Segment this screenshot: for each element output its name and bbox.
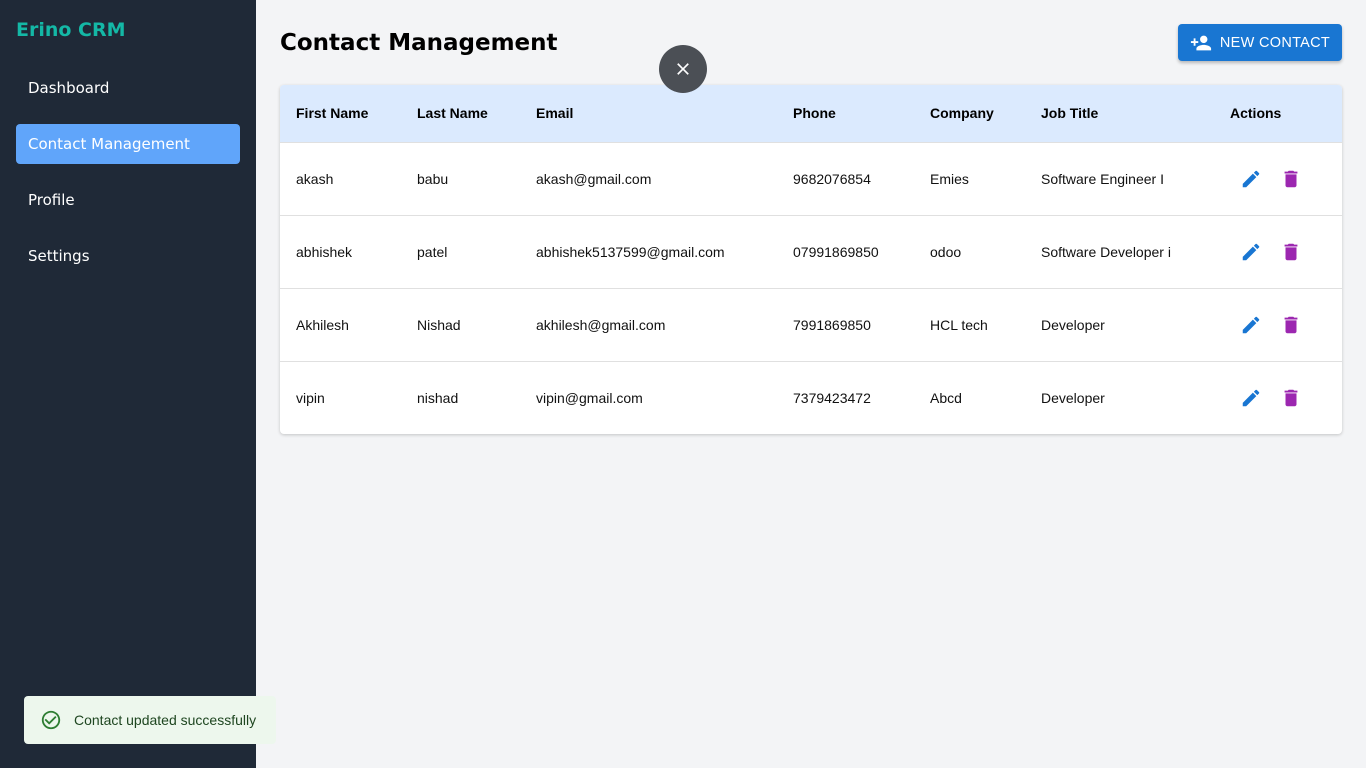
trash-icon[interactable] (1280, 241, 1302, 263)
cell-email: abhishek5137599@gmail.com (536, 243, 725, 260)
cell-phone: 07991869850 (793, 243, 879, 260)
cell-company: odoo (930, 243, 962, 260)
column-header-first-name[interactable]: First Name (280, 85, 401, 142)
cell-email: vipin@gmail.com (536, 389, 643, 406)
close-icon (673, 59, 693, 79)
cell-first-name: akash (296, 170, 334, 187)
column-header-email[interactable]: Email (520, 85, 777, 142)
cell-phone: 7991869850 (793, 316, 871, 333)
pencil-icon[interactable] (1240, 387, 1262, 409)
cell-last-name: babu (417, 170, 449, 187)
cell-last-name: Nishad (417, 316, 461, 333)
cell-phone: 7379423472 (793, 389, 871, 406)
cell-actions (1214, 142, 1342, 215)
column-header-actions: Actions (1230, 105, 1282, 122)
column-header-phone[interactable]: Phone (777, 85, 914, 142)
cell-job-title: Software Developer i (1041, 243, 1171, 260)
table-header-row: First Name Last Name Email Phone Company… (280, 85, 1342, 142)
cell-company: Abcd (930, 389, 962, 406)
cell-company: HCL tech (930, 316, 988, 333)
column-header-job-title[interactable]: Job Title (1025, 85, 1214, 142)
new-contact-label: NEW CONTACT (1219, 34, 1331, 51)
column-header-last-name[interactable]: Last Name (401, 85, 520, 142)
cell-last-name: patel (417, 243, 448, 260)
person-add-icon (1190, 32, 1212, 54)
table-row: Akhilesh Nishad akhilesh@gmail.com 79918… (280, 288, 1342, 361)
toast-message: Contact updated successfully (74, 712, 257, 728)
sidebar-item-contact-management[interactable]: Contact Management (16, 124, 240, 164)
contacts-table: First Name Last Name Email Phone Company… (280, 85, 1342, 434)
cell-job-title: Developer (1041, 389, 1105, 406)
brand-logo-text: Erino CRM (16, 19, 126, 41)
success-toast: Contact updated successfully (24, 696, 276, 744)
cell-job-title: Developer (1041, 316, 1105, 333)
column-header-company[interactable]: Company (914, 85, 1025, 142)
table-row: vipin nishad vipin@gmail.com 7379423472 … (280, 361, 1342, 434)
table-row: akash babu akash@gmail.com 9682076854 Em… (280, 142, 1342, 215)
sidebar-nav: Dashboard Contact Management Profile Set… (16, 68, 240, 292)
pencil-icon[interactable] (1240, 314, 1262, 336)
check-circle-icon (40, 709, 62, 731)
trash-icon[interactable] (1280, 387, 1302, 409)
sidebar-item-profile[interactable]: Profile (16, 180, 240, 220)
sidebar-item-settings[interactable]: Settings (16, 236, 240, 276)
cell-email: akhilesh@gmail.com (536, 316, 666, 333)
table-row: abhishek patel abhishek5137599@gmail.com… (280, 215, 1342, 288)
cell-phone: 9682076854 (793, 170, 871, 187)
sidebar-item-dashboard[interactable]: Dashboard (16, 68, 240, 108)
page-title: Contact Management (280, 30, 558, 56)
trash-icon[interactable] (1280, 314, 1302, 336)
cell-actions (1214, 215, 1342, 288)
sidebar: Erino CRM Dashboard Contact Management P… (0, 0, 256, 768)
main-content: Contact Management NEW CONTACT First Nam… (256, 0, 1366, 768)
cell-last-name: nishad (417, 389, 459, 406)
pencil-icon[interactable] (1240, 241, 1262, 263)
cell-first-name: vipin (296, 389, 325, 406)
trash-icon[interactable] (1280, 168, 1302, 190)
close-button[interactable] (659, 45, 707, 93)
cell-actions (1214, 288, 1342, 361)
new-contact-button[interactable]: NEW CONTACT (1178, 24, 1342, 61)
cell-email: akash@gmail.com (536, 170, 652, 187)
cell-actions (1214, 361, 1342, 434)
cell-first-name: abhishek (296, 243, 353, 260)
pencil-icon[interactable] (1240, 168, 1262, 190)
cell-first-name: Akhilesh (296, 316, 349, 333)
cell-job-title: Software Engineer I (1041, 170, 1164, 187)
cell-company: Emies (930, 170, 969, 187)
